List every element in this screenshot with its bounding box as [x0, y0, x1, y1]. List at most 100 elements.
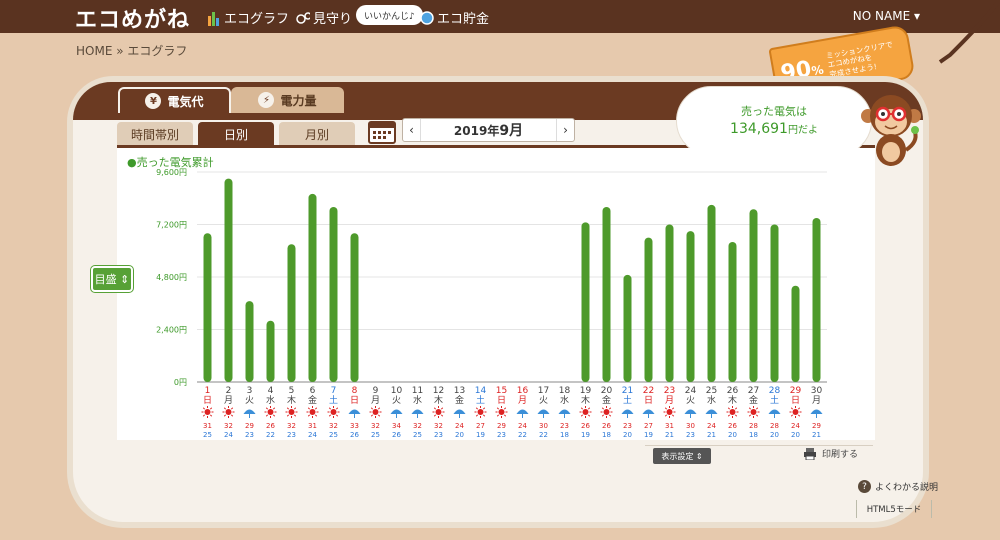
tab-label-cost: 電気代: [167, 94, 204, 109]
sun-icon: [267, 409, 274, 415]
sun-ray: [370, 414, 374, 417]
nav-mimamori[interactable]: 見守り: [296, 8, 352, 27]
sun-ray: [734, 407, 738, 410]
x-tick-label: 25: [706, 386, 717, 396]
sun-icon: [225, 409, 232, 415]
temp-low-label: 20: [728, 431, 737, 439]
umbrella-icon: [621, 409, 634, 414]
temp-low-label: 23: [287, 431, 296, 439]
tab-daily[interactable]: 日別: [198, 122, 274, 146]
bar: [581, 222, 590, 382]
temp-high-label: 24: [707, 422, 716, 430]
nav-ecograph[interactable]: エコグラフ: [207, 8, 289, 27]
print-button[interactable]: 印刷する: [804, 447, 858, 460]
bar: [308, 193, 317, 382]
next-month-button[interactable]: ›: [556, 119, 574, 141]
sun-ray: [503, 414, 507, 417]
sun-ray: [608, 414, 612, 417]
weekday-label: 木: [434, 394, 443, 406]
weekday-label: 金: [308, 394, 317, 406]
sun-ray: [209, 414, 213, 417]
temp-high-label: 32: [371, 422, 380, 430]
temp-low-label: 21: [707, 431, 716, 439]
tab-hourly[interactable]: 時間帯別: [117, 122, 193, 146]
weekday-label: 金: [602, 394, 611, 406]
weekday-label: 火: [686, 395, 695, 406]
temp-low-label: 19: [581, 431, 590, 439]
bar: [287, 244, 296, 382]
breadcrumb: HOME » エコグラフ: [76, 42, 187, 59]
sun-ray: [475, 414, 479, 417]
bar: [707, 204, 716, 382]
umbrella-icon: [537, 409, 550, 414]
tab-electricity-usage[interactable]: ⚡ 電力量: [231, 87, 344, 113]
display-settings-button[interactable]: 表示設定 ⇕: [653, 448, 711, 464]
x-tick-label: 7: [331, 386, 337, 396]
breadcrumb-home[interactable]: HOME: [76, 44, 112, 58]
x-tick-label: 1: [205, 386, 211, 396]
html5-mode-button[interactable]: HTML5モード: [856, 500, 932, 518]
yen-icon: ¥: [145, 93, 162, 109]
prev-month-button[interactable]: ‹: [403, 119, 421, 141]
bar: [245, 301, 254, 382]
sun-ray: [293, 407, 297, 410]
help-link[interactable]: ? よくわかる説明: [858, 480, 938, 493]
sun-icon: [603, 409, 610, 415]
tab-monthly[interactable]: 月別: [279, 122, 355, 146]
umbrella-icon: [411, 409, 424, 414]
bar: [329, 207, 338, 382]
app-logo[interactable]: エコめがね: [75, 2, 190, 34]
x-tick-label: 2: [226, 386, 232, 396]
temp-high-label: 33: [350, 422, 359, 430]
sun-icon: [498, 409, 505, 415]
y-tick-label: 4,800円: [156, 273, 187, 282]
temp-low-label: 22: [266, 431, 275, 439]
x-tick-label: 10: [391, 386, 403, 396]
temp-high-label: 28: [749, 422, 758, 430]
umbrella-icon: [642, 409, 655, 414]
x-tick-label: 8: [352, 386, 358, 396]
sun-ray: [482, 407, 486, 410]
temp-high-label: 32: [413, 422, 422, 430]
sun-ray: [580, 407, 584, 410]
sold-electricity-bubble: 売った電気は 134,691円だよ: [676, 86, 872, 156]
sun-icon: [435, 409, 442, 415]
sun-ray: [440, 407, 444, 410]
x-tick-label: 3: [247, 386, 253, 396]
weekday-label: 木: [728, 394, 737, 406]
temp-high-label: 32: [224, 422, 233, 430]
sun-ray: [433, 407, 437, 410]
nav-ecosaving[interactable]: エコ貯金: [420, 8, 489, 27]
weekday-label: 水: [560, 394, 569, 406]
bubble-label: 売った電気は: [741, 105, 807, 118]
sun-icon: [204, 409, 211, 415]
tab-electricity-cost[interactable]: ¥ 電気代: [118, 87, 231, 113]
status-pill: いいかんじ♪: [356, 5, 423, 25]
sun-ray: [314, 414, 318, 417]
printer-icon: [804, 447, 816, 460]
sun-icon: [750, 409, 757, 415]
temp-low-label: 23: [434, 431, 443, 439]
bar: [224, 178, 233, 382]
y-tick-label: 9,600円: [156, 168, 187, 177]
temp-high-label: 27: [476, 422, 485, 430]
umbrella-icon: [684, 409, 697, 414]
x-tick-label: 15: [496, 386, 507, 396]
temp-high-label: 23: [560, 422, 569, 430]
sun-ray: [748, 414, 752, 417]
x-tick-label: 28: [769, 386, 781, 396]
top-bar: エコめがね エコグラフ 見守り いいかんじ♪ エコ貯金 NO NAME ▾: [0, 0, 1000, 33]
weekday-label: 土: [623, 394, 632, 406]
temp-high-label: 26: [728, 422, 737, 430]
weekday-label: 火: [245, 395, 254, 406]
temp-low-label: 18: [602, 431, 611, 439]
calendar-icon[interactable]: [368, 118, 396, 144]
x-tick-label: 29: [790, 386, 802, 396]
temp-high-label: 29: [245, 422, 254, 430]
breadcrumb-current: エコグラフ: [127, 44, 188, 58]
x-tick-label: 26: [727, 386, 739, 396]
x-tick-label: 11: [412, 386, 423, 396]
temp-high-label: 30: [539, 422, 548, 430]
umbrella-icon: [558, 409, 571, 414]
sun-ray: [475, 407, 479, 410]
